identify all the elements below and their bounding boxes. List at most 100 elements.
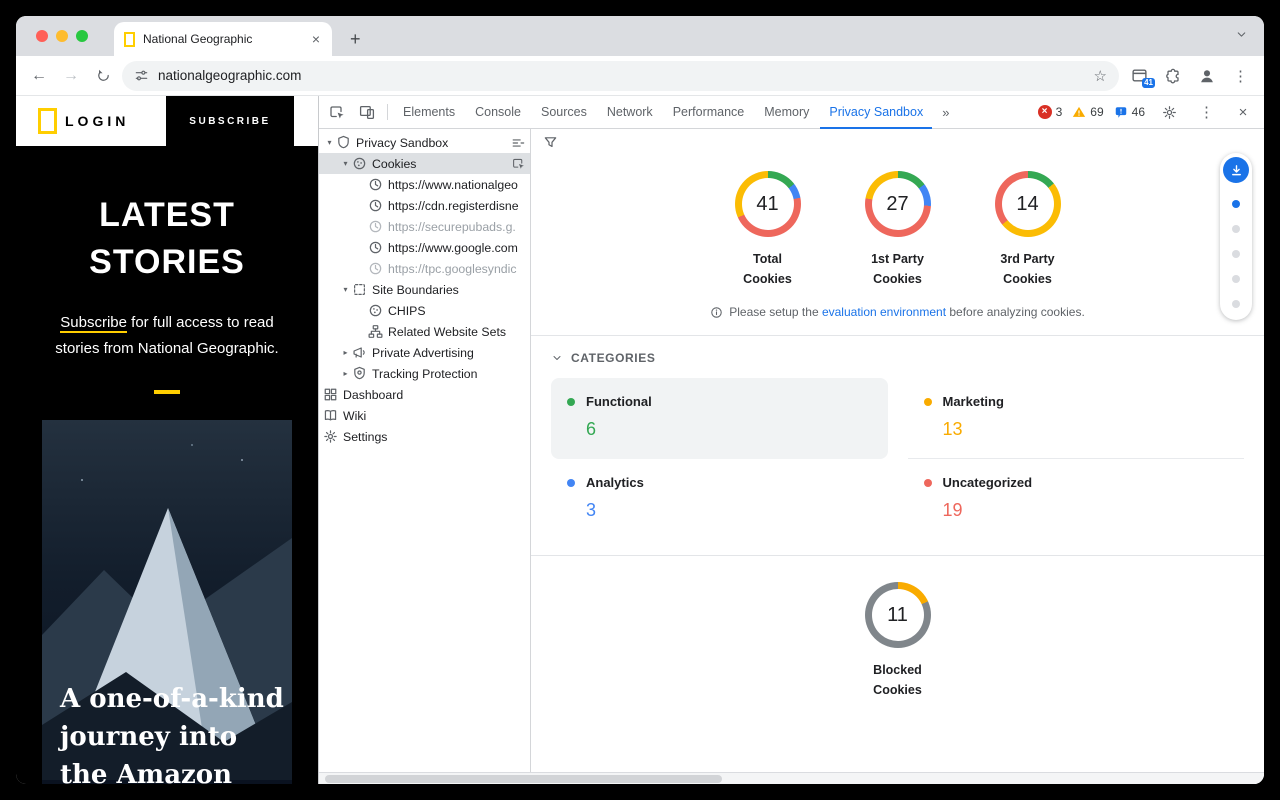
device-toolbar-icon[interactable] (353, 99, 381, 125)
donut-value: 27 (886, 193, 908, 216)
tree-item-cookies[interactable]: ▾ Cookies (319, 153, 530, 174)
category-dot (567, 398, 575, 406)
category-count: 6 (586, 419, 872, 440)
inspect-icon[interactable] (323, 99, 351, 125)
tree-item-related-website-sets[interactable]: Related Website Sets (319, 321, 530, 342)
tree-item-dashboard[interactable]: Dashboard (319, 384, 530, 405)
pager-dot[interactable] (1232, 275, 1240, 283)
zoom-window-button[interactable] (76, 30, 88, 42)
tab-sources[interactable]: Sources (532, 96, 596, 129)
tree-item-url-google[interactable]: https://www.google.com (319, 237, 530, 258)
tree-item-url-securepubads[interactable]: https://securepubads.g. (319, 216, 530, 237)
browser-tab[interactable]: National Geographic × (114, 22, 332, 56)
tab-privacy-sandbox[interactable]: Privacy Sandbox (820, 96, 932, 129)
clock-icon (368, 240, 383, 255)
caret-down-icon[interactable]: ▾ (339, 285, 352, 294)
tree-item-url-registerdisney[interactable]: https://cdn.registerdisne (319, 195, 530, 216)
browser-window: National Geographic × + ← → nationalgeog… (16, 16, 1264, 784)
story-image[interactable]: A one-of-a-kind journey into the Amazon (42, 420, 292, 784)
minimize-window-button[interactable] (56, 30, 68, 42)
donut-ring: 27 (865, 171, 931, 237)
forward-icon[interactable]: → (58, 63, 84, 89)
natgeo-logo-icon[interactable] (38, 108, 57, 134)
shield-icon (336, 135, 351, 150)
category-count: 19 (943, 500, 1229, 521)
donut-value: 41 (756, 193, 778, 216)
tab-title: National Geographic (143, 32, 300, 46)
categories-chevron-icon[interactable] (551, 352, 563, 364)
tab-performance[interactable]: Performance (664, 96, 754, 129)
donut-label: 3rd Party Cookies (992, 249, 1064, 289)
url-text[interactable]: nationalgeographic.com (158, 68, 1085, 83)
category-marketing[interactable]: Marketing 13 (908, 378, 1245, 459)
category-dot (924, 479, 932, 487)
cookie-extension-button[interactable]: 41 (1125, 63, 1153, 89)
category-dot (924, 398, 932, 406)
category-uncategorized[interactable]: Uncategorized 19 (908, 459, 1245, 539)
caret-right-icon[interactable]: ▸ (339, 369, 352, 378)
pager-dot[interactable] (1232, 225, 1240, 233)
profile-avatar-icon[interactable] (1193, 63, 1221, 89)
new-tab-button[interactable]: + (344, 29, 367, 50)
devtools-menu-kebab-icon[interactable]: ⋮ (1193, 103, 1220, 121)
login-button[interactable]: LOGIN (65, 113, 129, 129)
tree-item-url-googlesyndication[interactable]: https://tpc.googlesyndic (319, 258, 530, 279)
devtools-settings-gear-icon[interactable] (1155, 99, 1183, 125)
subscribe-link[interactable]: Subscribe (60, 314, 127, 333)
element-picker-icon[interactable] (512, 157, 525, 170)
close-window-button[interactable] (36, 30, 48, 42)
pager-dot[interactable] (1232, 200, 1240, 208)
tab-memory[interactable]: Memory (755, 96, 818, 129)
categories-header[interactable]: CATEGORIES (531, 336, 1264, 378)
tab-elements[interactable]: Elements (394, 96, 464, 129)
issues-counter[interactable]: 46 (1114, 105, 1145, 119)
tree-item-wiki[interactable]: Wiki (319, 405, 530, 426)
more-tabs-icon[interactable]: » (934, 105, 957, 120)
natgeo-hero: LATEST STORIES Subscribe for full access… (16, 146, 318, 784)
warning-counter[interactable]: 69 (1072, 105, 1103, 119)
tab-close-icon[interactable]: × (308, 31, 324, 47)
donut-ring: 14 (995, 171, 1061, 237)
tree-item-site-boundaries[interactable]: ▾ Site Boundaries (319, 279, 530, 300)
categories-grid: Functional 6 Marketing 13 (551, 378, 1244, 539)
tree-item-tracking-protection[interactable]: ▸ Tracking Protection (319, 363, 530, 384)
devtools-close-icon[interactable]: × (1230, 99, 1256, 125)
category-analytics[interactable]: Analytics 3 (551, 459, 888, 539)
tree-item-chips[interactable]: CHIPS (319, 300, 530, 321)
subscribe-button[interactable]: SUBSCRIBE (166, 96, 294, 146)
donut-value: 14 (1016, 193, 1038, 216)
donut-ring: 11 (865, 582, 931, 648)
site-settings-icon[interactable] (134, 68, 149, 83)
section-divider (531, 555, 1264, 556)
story-title[interactable]: A one-of-a-kind journey into the Amazon (60, 680, 286, 784)
scrollbar-thumb[interactable] (325, 775, 722, 783)
caret-down-icon[interactable]: ▾ (339, 159, 352, 168)
tree-item-private-advertising[interactable]: ▸ Private Advertising (319, 342, 530, 363)
download-button[interactable] (1223, 157, 1249, 183)
pager-dot[interactable] (1232, 250, 1240, 258)
caret-right-icon[interactable]: ▸ (339, 348, 352, 357)
panel-menu-icon[interactable] (511, 136, 525, 150)
back-icon[interactable]: ← (26, 63, 52, 89)
tab-console[interactable]: Console (466, 96, 530, 129)
category-functional[interactable]: Functional 6 (551, 378, 888, 459)
tree-item-privacy-sandbox[interactable]: ▾ Privacy Sandbox (319, 132, 530, 153)
tab-search-chevron-icon[interactable] (1235, 28, 1248, 46)
dashboard-icon (323, 387, 338, 402)
tab-network[interactable]: Network (598, 96, 662, 129)
evaluation-environment-link[interactable]: evaluation environment (822, 305, 946, 319)
extensions-puzzle-icon[interactable] (1159, 63, 1187, 89)
error-counter[interactable]: × 3 (1038, 105, 1063, 119)
tree-item-settings[interactable]: Settings (319, 426, 530, 447)
reload-icon[interactable] (90, 63, 116, 89)
pager-dot[interactable] (1232, 300, 1240, 308)
caret-down-icon[interactable]: ▾ (323, 138, 336, 147)
browser-menu-kebab-icon[interactable]: ⋮ (1227, 67, 1254, 85)
address-bar[interactable]: nationalgeographic.com ☆ (122, 61, 1119, 91)
issues-icon (1114, 105, 1128, 119)
bookmark-star-icon[interactable]: ☆ (1094, 67, 1107, 85)
sitemap-icon (368, 324, 383, 339)
tree-item-url-nationalgeographic[interactable]: https://www.nationalgeo (319, 174, 530, 195)
horizontal-scrollbar[interactable] (319, 772, 1264, 784)
filter-funnel-icon[interactable] (543, 135, 558, 150)
